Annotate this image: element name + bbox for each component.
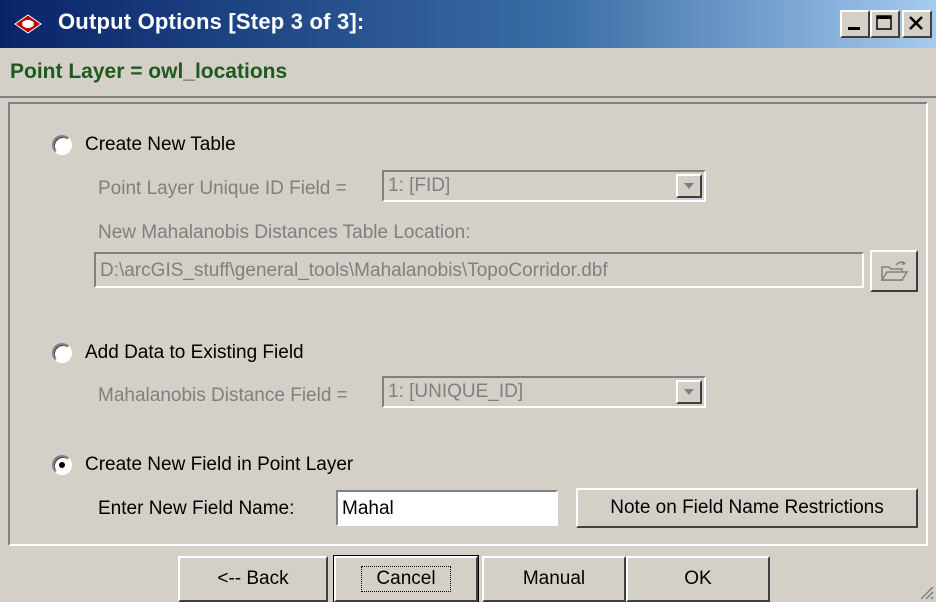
table-location-label: New Mahalanobis Distances Table Location… bbox=[98, 222, 471, 243]
output-options-dialog: Output Options [Step 3 of 3]: Point Laye… bbox=[0, 0, 936, 602]
chevron-down-icon[interactable] bbox=[676, 174, 702, 198]
create-new-field-label: Create New Field in Point Layer bbox=[85, 454, 354, 475]
layer-header: Point Layer = owl_locations bbox=[0, 48, 936, 98]
open-folder-icon bbox=[880, 261, 909, 281]
window-title: Output Options [Step 3 of 3]: bbox=[58, 9, 365, 34]
app-icon bbox=[14, 14, 42, 34]
new-field-name-input[interactable]: Mahal bbox=[336, 490, 558, 526]
manual-button[interactable]: Manual bbox=[482, 556, 626, 602]
cancel-button-label: Cancel bbox=[361, 566, 451, 592]
title-bar[interactable]: Output Options [Step 3 of 3]: bbox=[0, 0, 936, 48]
resize-grip-icon[interactable] bbox=[918, 584, 934, 600]
minimize-button[interactable] bbox=[840, 10, 870, 38]
add-existing-field-radio[interactable] bbox=[52, 343, 72, 363]
create-new-field-option[interactable]: Create New Field in Point Layer bbox=[52, 454, 353, 476]
distance-field-label: Mahalanobis Distance Field = bbox=[98, 385, 348, 406]
browse-button[interactable] bbox=[870, 250, 918, 292]
minimize-icon bbox=[848, 27, 860, 30]
unique-id-field-value: 1: [FID] bbox=[388, 175, 451, 196]
distance-field-value: 1: [UNIQUE_ID] bbox=[388, 381, 524, 402]
chevron-down-icon[interactable] bbox=[676, 380, 702, 404]
create-new-field-radio[interactable] bbox=[52, 455, 72, 475]
add-existing-field-label: Add Data to Existing Field bbox=[85, 342, 304, 363]
create-new-table-option[interactable]: Create New Table bbox=[52, 134, 236, 156]
back-button[interactable]: <-- Back bbox=[178, 556, 328, 602]
create-new-table-label: Create New Table bbox=[85, 134, 236, 155]
cancel-button[interactable]: Cancel bbox=[333, 555, 479, 602]
options-panel: Create New Table Point Layer Unique ID F… bbox=[8, 102, 928, 546]
close-button[interactable] bbox=[902, 10, 932, 38]
table-location-value: D:\arcGIS_stuff\general_tools\Mahalanobi… bbox=[100, 260, 608, 281]
maximize-icon bbox=[876, 15, 892, 30]
new-field-name-label: Enter New Field Name: bbox=[98, 498, 295, 519]
point-layer-label: Point Layer = owl_locations bbox=[10, 60, 288, 83]
unique-id-field-label: Point Layer Unique ID Field = bbox=[98, 178, 347, 199]
distance-field-select[interactable]: 1: [UNIQUE_ID] bbox=[382, 376, 706, 408]
unique-id-field-select[interactable]: 1: [FID] bbox=[382, 170, 706, 202]
field-name-restrictions-button[interactable]: Note on Field Name Restrictions bbox=[576, 488, 918, 528]
ok-button[interactable]: OK bbox=[626, 556, 770, 602]
create-new-table-radio[interactable] bbox=[52, 135, 72, 155]
maximize-button[interactable] bbox=[870, 10, 900, 38]
add-existing-field-option[interactable]: Add Data to Existing Field bbox=[52, 342, 304, 364]
table-location-field[interactable]: D:\arcGIS_stuff\general_tools\Mahalanobi… bbox=[94, 252, 864, 288]
close-icon bbox=[909, 16, 923, 30]
new-field-name-value: Mahal bbox=[342, 498, 394, 519]
